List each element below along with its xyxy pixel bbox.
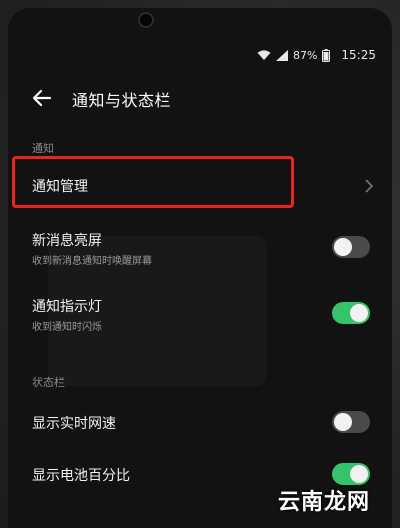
battery-icon	[322, 48, 331, 62]
toggle-knob	[350, 465, 368, 483]
new-message-wake-toggle[interactable]	[332, 236, 370, 258]
wifi-icon	[257, 49, 271, 61]
watermark: 云南龙网	[277, 489, 370, 515]
realtime-speed-toggle[interactable]	[332, 411, 370, 433]
realtime-speed-row[interactable]: 显示实时网速	[8, 404, 392, 444]
new-message-wake-row[interactable]: 新消息亮屏 收到新消息通知时唤醒屏幕	[8, 226, 392, 280]
page-title: 通知与状态栏	[72, 91, 172, 110]
back-button[interactable]	[30, 86, 54, 110]
notification-light-toggle[interactable]	[332, 302, 370, 324]
status-time: 15:25	[341, 48, 376, 62]
back-arrow-icon	[32, 89, 52, 107]
toggle-knob	[350, 304, 368, 322]
chevron-right-icon	[364, 178, 374, 193]
toggle-knob	[334, 413, 352, 431]
section-header-notification: 通知	[32, 142, 54, 155]
section-header-statusbar: 状态栏	[32, 376, 65, 389]
phone-screen: 87% 15:25 通知与状态栏 通知 通知管理 新消息亮屏 收到新消息通知时唤…	[8, 8, 392, 528]
front-camera	[138, 12, 154, 28]
notification-light-row[interactable]: 通知指示灯 收到通知时闪烁	[8, 292, 392, 346]
toggle-knob	[334, 238, 352, 256]
battery-percentage-label: 显示电池百分比	[32, 468, 130, 484]
notification-light-label: 通知指示灯	[32, 299, 102, 315]
notification-light-description: 收到通知时闪烁	[32, 322, 102, 333]
signal-icon	[275, 49, 288, 61]
highlight-box	[12, 156, 294, 208]
new-message-wake-label: 新消息亮屏	[32, 233, 102, 249]
battery-percentage-toggle[interactable]	[332, 463, 370, 485]
realtime-speed-label: 显示实时网速	[32, 416, 116, 432]
app-bar: 通知与状态栏	[8, 78, 392, 118]
status-bar: 87% 15:25	[257, 46, 376, 64]
new-message-wake-description: 收到新消息通知时唤醒屏幕	[32, 256, 152, 267]
battery-percentage-text: 87%	[292, 48, 318, 62]
